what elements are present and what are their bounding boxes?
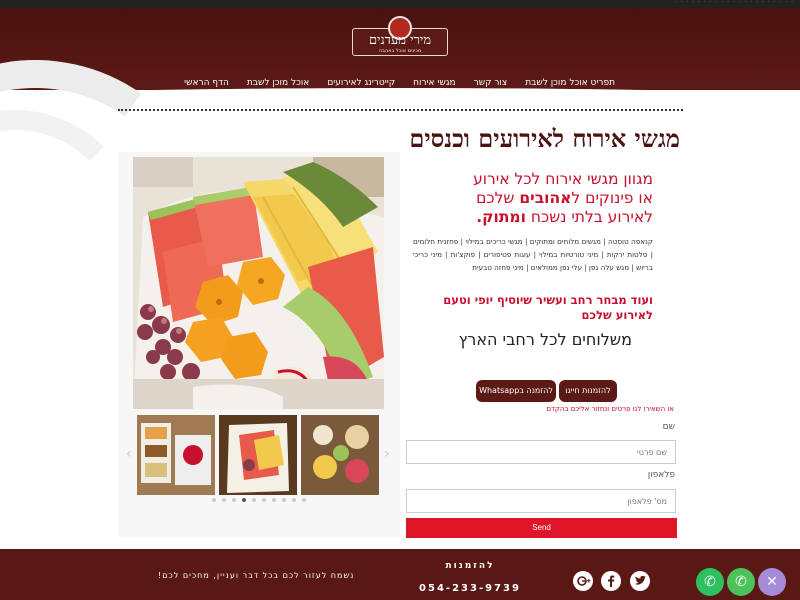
promo-line-2-bold: אהובים (519, 189, 572, 207)
gallery-dot[interactable] (252, 498, 256, 502)
promo-line-3-pre: לאירוע בלתי נשכח (525, 208, 653, 226)
gallery-dot[interactable] (292, 498, 296, 502)
footer-slogan: נשמח לעזור לכם בכל דבר ועניין, מחכים לכם… (158, 571, 355, 580)
site-logo[interactable]: מירי מעדנים מכינים אוכל באהבה (352, 14, 448, 62)
thumbnail-image-1 (137, 415, 215, 495)
send-button[interactable]: Send (406, 518, 677, 538)
gallery-thumbnails (137, 415, 380, 495)
footer-phone[interactable]: 054-233-9739 (418, 583, 522, 594)
site-footer: להזמנות 054-233-9739 נשמח לעזור לכם בכל … (0, 549, 800, 600)
name-label: שם (662, 422, 675, 432)
gallery-thumbnail[interactable] (219, 415, 297, 495)
gallery-dot[interactable] (262, 498, 266, 502)
call-order-button[interactable]: להזמנות חייגו (559, 380, 617, 402)
leave-details-note: או השאירו לנו פרטים ונחזור אליכם בהקדם (546, 405, 674, 413)
name-input[interactable] (406, 440, 676, 464)
close-chat-button[interactable]: ✕ (758, 568, 786, 596)
phone-call-button[interactable]: ✆ (696, 568, 724, 596)
fruit-platter-illustration (133, 157, 384, 409)
promo-line-2-pre: או פינוקים ל (571, 189, 653, 207)
thumbnail-image-3 (301, 415, 379, 495)
thumbnail-image-2 (219, 415, 297, 495)
dotted-divider (118, 109, 683, 111)
twitter-icon[interactable] (630, 571, 650, 591)
fruit-platter-image[interactable] (133, 157, 384, 409)
gallery-prev-arrow[interactable]: ‹ (126, 446, 132, 462)
gallery-dot[interactable] (302, 498, 306, 502)
gallery-thumbnail[interactable] (137, 415, 215, 495)
phone-icon: ✆ (704, 574, 716, 590)
gallery-thumbnail[interactable] (301, 415, 379, 495)
promo-more-text: ועוד מבחר רחב ועשיר שיוסיף יופי וטעם לאי… (443, 293, 653, 322)
browser-top-bar: · · · · · · · · · · · · · · · · · · · · … (0, 0, 800, 8)
phone-label: פלאפון (647, 470, 675, 480)
facebook-glyph (608, 575, 615, 587)
logo-tagline: מכינים אוכל באהבה (378, 48, 422, 54)
gallery-dot[interactable] (272, 498, 276, 502)
gallery-dot[interactable] (222, 498, 226, 502)
page: · · · · · · · · · · · · · · · · · · · · … (0, 0, 800, 600)
gallery-next-arrow[interactable]: › (384, 446, 390, 462)
promo-line-2-post: שלכם (476, 189, 520, 207)
logo-name: מירי מעדנים (368, 33, 432, 48)
promo-line-2: או פינוקים לאהובים שלכם (413, 189, 653, 208)
gallery-dot[interactable] (282, 498, 286, 502)
promo-form-column: מגוון מגשי אירוח לכל אירוע או פינוקים לא… (400, 152, 683, 538)
promo-line-1: מגוון מגשי אירוח לכל אירוע (473, 170, 653, 188)
gallery-pagination (212, 498, 306, 502)
whatsapp-order-button[interactable]: להזמנה בWhatsapp (476, 380, 556, 402)
promo-headline: מגוון מגשי אירוח לכל אירוע או פינוקים לא… (413, 170, 653, 227)
facebook-icon[interactable] (601, 571, 621, 591)
whatsapp-icon: ✆ (735, 574, 747, 590)
product-tags: קנאפה טוסטה | מגשים מלוחים ומתוקים | מגש… (413, 237, 653, 272)
gallery-dot[interactable] (232, 498, 236, 502)
whatsapp-chat-button[interactable]: ✆ (727, 568, 755, 596)
google-plus-glyph (577, 576, 591, 586)
phone-input[interactable] (406, 489, 676, 513)
top-bar-text: · · · · · · · · · · · · · · · · · · · · … (674, 0, 794, 6)
gallery-dot[interactable] (212, 498, 216, 502)
google-plus-icon[interactable] (573, 571, 593, 591)
shipping-text: משלוחים לכל רחבי הארץ (458, 330, 632, 349)
promo-line-3: לאירוע בלתי נשכח ומתוק. (413, 208, 653, 227)
page-title: מגשי אירוח לאירועים וכנסים (409, 124, 680, 153)
footer-orders-heading: להזמנות (445, 561, 495, 571)
site-header: מירי מעדנים מכינים אוכל באהבה הדף הראשי … (0, 8, 800, 92)
gallery-dot[interactable] (242, 498, 246, 502)
close-icon: ✕ (766, 574, 778, 590)
twitter-glyph (635, 575, 646, 585)
promo-line-3-bold: ומתוק. (476, 208, 526, 226)
